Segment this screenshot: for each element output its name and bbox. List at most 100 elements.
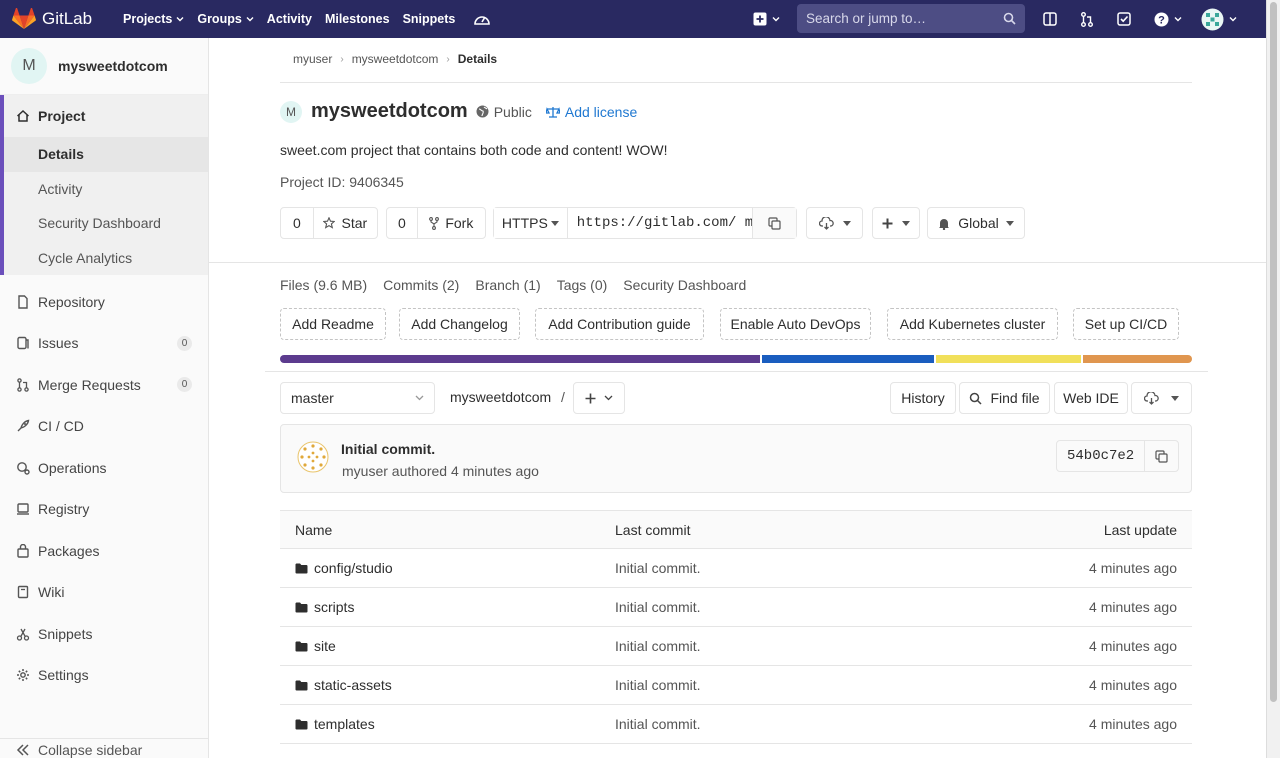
- add-to-tree-dropdown[interactable]: [573, 382, 625, 414]
- repository-languages-bar[interactable]: [280, 355, 1192, 363]
- merge-requests-button[interactable]: [1081, 0, 1093, 38]
- nav-performance-bar[interactable]: [473, 0, 491, 38]
- file-name[interactable]: config/studio: [314, 560, 393, 576]
- web-ide-button[interactable]: Web IDE: [1054, 382, 1128, 414]
- todos-button[interactable]: [1117, 0, 1131, 38]
- notification-dropdown[interactable]: Global: [927, 207, 1025, 239]
- table-row[interactable]: scripts Initial commit. 4 minutes ago: [280, 588, 1192, 627]
- caret-down-icon: [842, 220, 851, 226]
- table-row[interactable]: config/studio Initial commit. 4 minutes ag…: [280, 549, 1192, 588]
- file-last-commit[interactable]: Initial commit.: [615, 716, 701, 732]
- gitlab-home-link[interactable]: GitLab: [12, 8, 110, 30]
- repo-download-dropdown[interactable]: [1131, 382, 1192, 414]
- clone-url-input[interactable]: https://gitlab.com/ my: [568, 208, 754, 238]
- language-segment[interactable]: [1083, 355, 1192, 363]
- file-name[interactable]: templates: [314, 716, 375, 732]
- sidebar-item-project[interactable]: Project: [4, 95, 208, 137]
- stat-security-dashboard[interactable]: Security Dashboard: [623, 277, 746, 293]
- file-name[interactable]: scripts: [314, 599, 354, 615]
- gitlab-logo-icon: [12, 8, 36, 29]
- sidebar-subitem-cycle-analytics[interactable]: Cycle Analytics: [4, 241, 208, 276]
- commit-title[interactable]: Initial commit.: [341, 441, 435, 457]
- commit-sha[interactable]: 54b0c7e2: [1057, 441, 1146, 471]
- file-name[interactable]: site: [314, 638, 336, 654]
- file-name-cell[interactable]: site: [295, 638, 336, 654]
- search-input[interactable]: Search or jump to…: [797, 4, 1025, 33]
- stat-commits[interactable]: Commits (2): [383, 277, 459, 293]
- file-name-cell[interactable]: scripts: [295, 599, 354, 615]
- copy-icon: [768, 216, 781, 230]
- add-changelog-button[interactable]: Add Changelog: [399, 308, 520, 340]
- page-scrollbar[interactable]: [1266, 0, 1280, 758]
- table-row[interactable]: templates Initial commit. 4 minutes ago: [280, 705, 1192, 744]
- branch-select[interactable]: master: [280, 382, 435, 414]
- fork-button[interactable]: Fork: [418, 208, 485, 238]
- download-dropdown[interactable]: [806, 207, 863, 239]
- add-kubernetes-cluster-button[interactable]: Add Kubernetes cluster: [887, 308, 1058, 340]
- add-readme-button[interactable]: Add Readme: [280, 308, 386, 340]
- sidebar-toggle-button[interactable]: [1043, 0, 1057, 38]
- breadcrumb-user[interactable]: myuser: [293, 52, 332, 66]
- file-last-commit[interactable]: Initial commit.: [615, 638, 701, 654]
- sidebar-item-wiki[interactable]: Wiki: [0, 572, 208, 614]
- fork-count[interactable]: 0: [387, 208, 418, 238]
- nav-groups[interactable]: Groups: [197, 0, 254, 38]
- sidebar-item-issues[interactable]: Issues 0: [0, 323, 208, 365]
- sidebar-item-ci-cd[interactable]: CI / CD: [0, 406, 208, 448]
- language-segment[interactable]: [936, 355, 1082, 363]
- language-segment[interactable]: [280, 355, 761, 363]
- nav-snippets[interactable]: Snippets: [403, 0, 456, 38]
- sidebar-subitem-activity[interactable]: Activity: [4, 172, 208, 207]
- nav-milestones[interactable]: Milestones: [325, 0, 390, 38]
- sidebar-item-registry[interactable]: Registry: [0, 489, 208, 531]
- enable-auto-devops-button[interactable]: Enable Auto DevOps: [720, 308, 871, 340]
- stat-branches[interactable]: Branch (1): [475, 277, 540, 293]
- sidebar-item-snippets[interactable]: Snippets: [0, 613, 208, 655]
- breadcrumb-project[interactable]: mysweetdotcom: [352, 52, 439, 66]
- add-new-dropdown[interactable]: [872, 207, 920, 239]
- language-segment[interactable]: [762, 355, 935, 363]
- sidebar-item-repository[interactable]: Repository: [0, 281, 208, 323]
- file-last-commit[interactable]: Initial commit.: [615, 677, 701, 693]
- sidebar-subitem-details[interactable]: Details: [4, 137, 208, 172]
- nav-projects[interactable]: Projects: [123, 0, 184, 38]
- table-row[interactable]: site Initial commit. 4 minutes ago: [280, 627, 1192, 666]
- new-dropdown[interactable]: [753, 0, 780, 38]
- sidebar-item-operations[interactable]: Operations: [0, 447, 208, 489]
- stat-tags[interactable]: Tags (0): [557, 277, 608, 293]
- add-contribution-guide-button[interactable]: Add Contribution guide: [535, 308, 704, 340]
- stat-files[interactable]: Files (9.6 MB): [280, 277, 367, 293]
- collapse-sidebar-button[interactable]: Collapse sidebar: [0, 738, 208, 758]
- file-name-cell[interactable]: config/studio: [295, 560, 393, 576]
- file-last-commit[interactable]: Initial commit.: [615, 560, 701, 576]
- repo-path-root[interactable]: mysweetdotcom: [450, 389, 551, 405]
- sidebar-project-header[interactable]: M mysweetdotcom: [0, 38, 208, 95]
- file-name[interactable]: static-assets: [314, 677, 392, 693]
- star-button[interactable]: Star: [314, 208, 377, 238]
- help-dropdown[interactable]: ?: [1154, 0, 1182, 38]
- sidebar-subitem-security-dashboard[interactable]: Security Dashboard: [4, 206, 208, 241]
- find-file-button[interactable]: Find file: [959, 382, 1050, 414]
- star-button-group: 0 Star: [280, 207, 378, 239]
- user-menu[interactable]: [1201, 0, 1237, 38]
- sidebar-item-settings[interactable]: Settings: [0, 655, 208, 697]
- history-button[interactable]: History: [890, 382, 956, 414]
- sidebar-item-packages[interactable]: Packages: [0, 530, 208, 572]
- star-count[interactable]: 0: [281, 208, 314, 238]
- copy-sha-button[interactable]: [1145, 441, 1178, 471]
- nav-activity[interactable]: Activity: [267, 0, 312, 38]
- scrollbar-thumb[interactable]: [1270, 2, 1277, 702]
- table-row[interactable]: static-assets Initial commit. 4 minutes ag…: [280, 666, 1192, 705]
- sidebar-item-merge-requests[interactable]: Merge Requests 0: [0, 364, 208, 406]
- breadcrumb-current[interactable]: Details: [458, 52, 497, 66]
- file-last-update: 4 minutes ago: [1089, 716, 1177, 732]
- add-license-link[interactable]: Add license: [545, 104, 637, 120]
- protocol-dropdown[interactable]: HTTPS: [494, 208, 568, 238]
- chevron-down-icon: [176, 17, 184, 22]
- setup-ci-cd-button[interactable]: Set up CI/CD: [1073, 308, 1179, 340]
- copy-url-button[interactable]: [753, 208, 796, 238]
- file-name-cell[interactable]: templates: [295, 716, 375, 732]
- download-cloud-icon: [1144, 391, 1159, 405]
- file-last-commit[interactable]: Initial commit.: [615, 599, 701, 615]
- file-name-cell[interactable]: static-assets: [295, 677, 392, 693]
